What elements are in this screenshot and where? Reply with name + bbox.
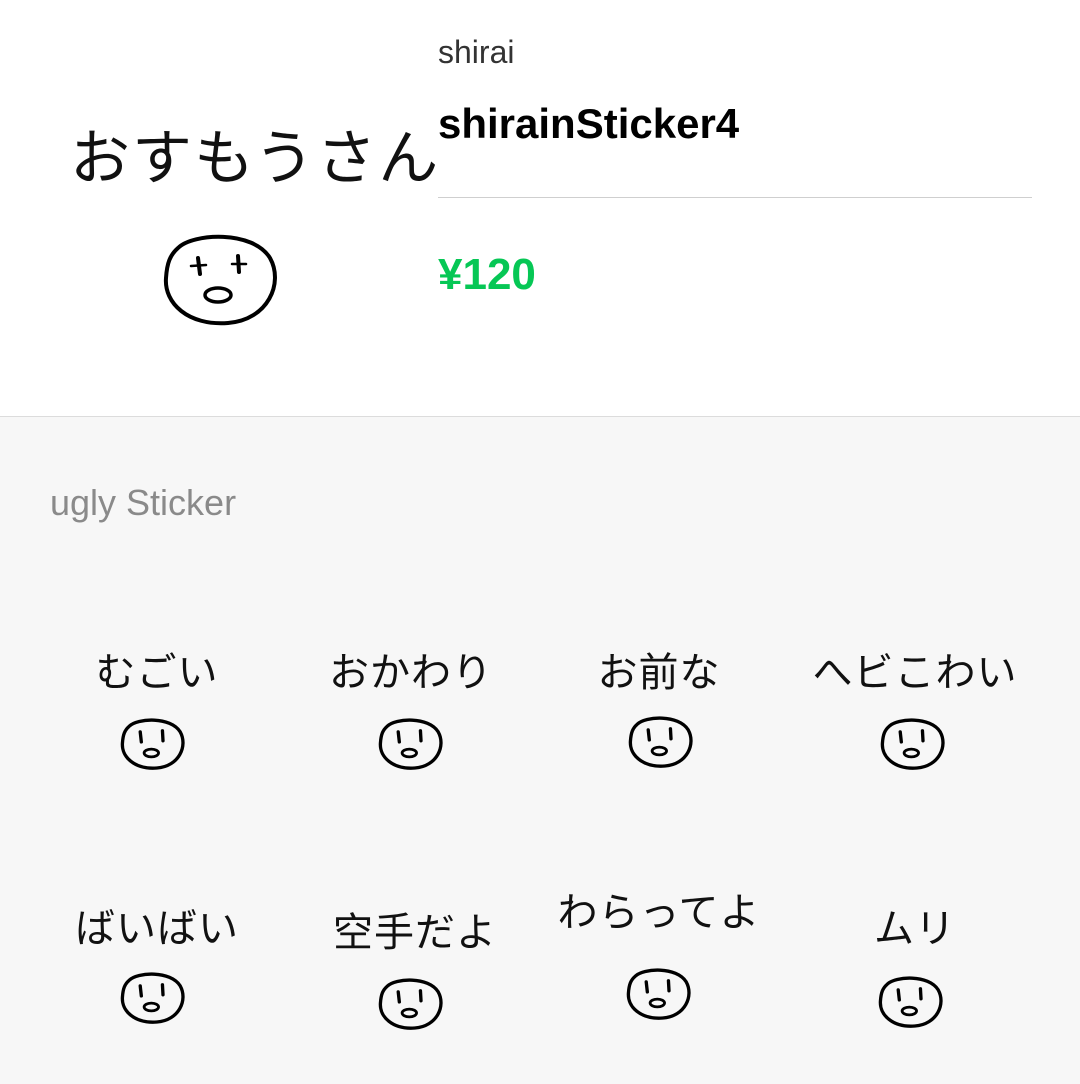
sticker-caption: お前な: [597, 650, 721, 696]
doodle-face-icon: [120, 972, 185, 1024]
sticker-item[interactable]: 空手だよ: [290, 900, 540, 1070]
sticker-pack-header: おすもうさん shirai shirainSticker4 ¥120: [0, 0, 1080, 417]
sticker-caption: へビこわい: [812, 650, 1018, 696]
sticker-caption: 空手だよ: [333, 910, 497, 956]
section-title: ugly Sticker: [50, 482, 237, 523]
sticker-caption: わらってよ: [557, 890, 761, 936]
sticker-item[interactable]: へビこわい: [790, 640, 1040, 810]
price-label: ¥120: [438, 250, 536, 299]
sticker-item[interactable]: おかわり: [286, 640, 536, 810]
sticker-item[interactable]: むごい: [32, 640, 282, 810]
author-name[interactable]: shirai: [438, 34, 514, 71]
sticker-caption: ムリ: [874, 906, 956, 952]
pack-title: shirainSticker4: [438, 100, 740, 147]
doodle-face-icon: [378, 718, 443, 770]
main-sticker-preview[interactable]: おすもうさん: [70, 90, 441, 350]
doodle-face-icon: [628, 716, 693, 768]
doodle-face-icon: [163, 234, 277, 326]
doodle-face-icon: [378, 978, 443, 1030]
sticker-caption: むごい: [95, 650, 219, 696]
divider: [438, 197, 1032, 198]
main-sticker-caption: おすもうさん: [70, 124, 441, 194]
doodle-face-icon: [880, 718, 945, 770]
doodle-face-icon: [626, 968, 691, 1020]
sticker-caption: ばいばい: [75, 906, 239, 952]
sticker-caption: おかわり: [329, 650, 493, 696]
doodle-face-icon: [120, 718, 185, 770]
doodle-face-icon: [878, 976, 943, 1028]
sticker-item[interactable]: お前な: [534, 640, 784, 810]
sticker-item[interactable]: わらってよ: [534, 880, 784, 1050]
sticker-item[interactable]: ばいばい: [32, 896, 282, 1066]
sticker-item[interactable]: ムリ: [790, 896, 1040, 1066]
